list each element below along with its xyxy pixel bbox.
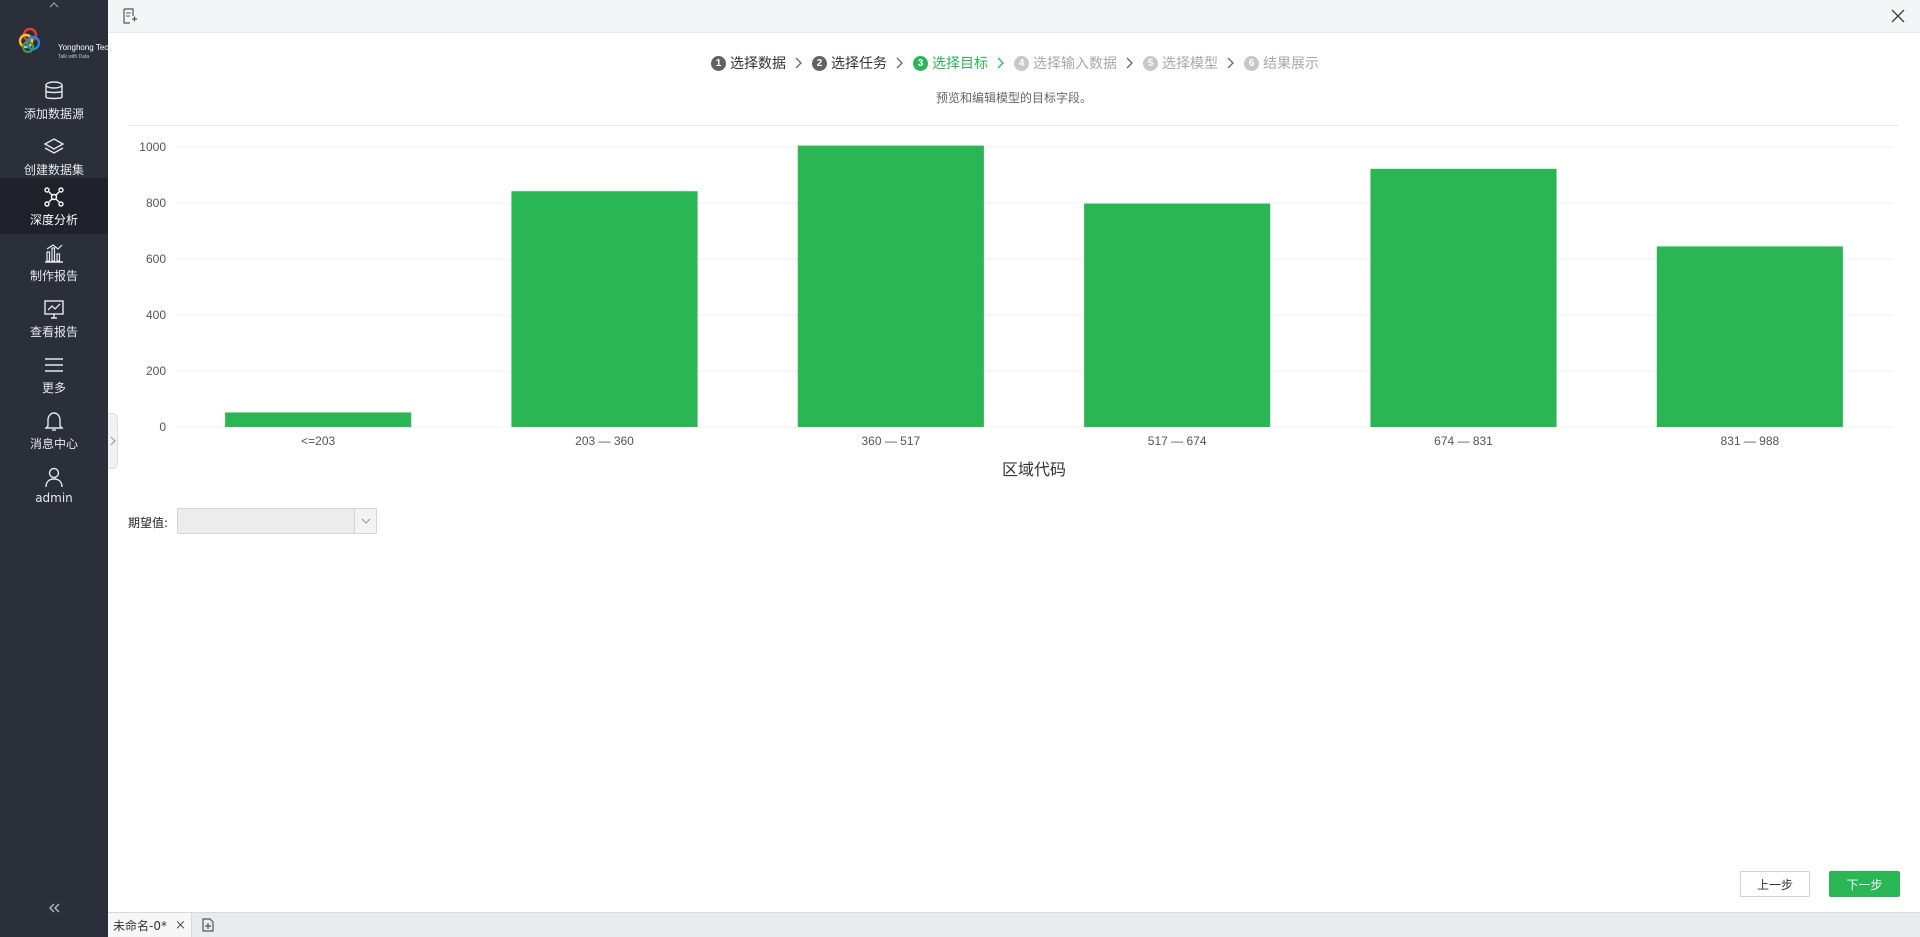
step-number: 3	[913, 55, 928, 71]
y-tick-label: 600	[146, 252, 166, 266]
document-tab-title: 未命名-0*	[113, 918, 167, 933]
x-tick-label: 831 — 988	[1720, 434, 1779, 448]
sidebar-item-create-dataset[interactable]: 创建数据集	[0, 128, 108, 184]
chevron-right-icon	[896, 57, 903, 69]
chevron-right-icon	[1126, 57, 1133, 69]
sidebar: Yonghong Tech Talk with Data 添加数据源 创建数据集…	[0, 0, 113, 937]
step-number: 6	[1244, 55, 1259, 71]
step-number: 5	[1143, 55, 1158, 71]
sidebar-item-label: admin	[35, 491, 73, 505]
step-label: 选择任务	[831, 56, 887, 72]
database-icon	[45, 81, 63, 100]
step-number: 4	[1014, 55, 1029, 71]
collapse-sidebar-icon[interactable]	[42, 898, 66, 918]
chevron-right-icon	[1227, 57, 1234, 69]
network-icon	[44, 187, 64, 207]
y-tick-label: 200	[146, 364, 166, 378]
sidebar-item-label: 查看报告	[29, 325, 78, 339]
chart-bar[interactable]	[225, 412, 412, 427]
sidebar-item-view-report[interactable]: 查看报告	[0, 290, 108, 346]
expected-value-label: 期望值:	[128, 516, 169, 530]
menu-icon	[45, 358, 63, 372]
step-label: 选择目标	[932, 56, 988, 72]
step-select-model[interactable]: 5 选择模型	[1143, 53, 1218, 73]
step-select-input-data[interactable]: 4 选择输入数据	[1014, 53, 1117, 73]
close-tab-icon[interactable]: ×	[175, 918, 186, 933]
layers-icon	[43, 138, 65, 154]
bar-chart-icon	[45, 244, 63, 263]
sidebar-item-label: 创建数据集	[23, 163, 84, 177]
document-tab-bar: 未命名-0* ×	[108, 912, 1920, 937]
sidebar-item-user[interactable]: admin	[0, 458, 108, 514]
sidebar-item-label: 深度分析	[29, 213, 78, 227]
divider	[128, 125, 1898, 126]
step-select-data[interactable]: 1 选择数据	[711, 53, 786, 73]
step-results[interactable]: 6 结果展示	[1244, 53, 1319, 73]
scroll-up-icon[interactable]	[0, 0, 108, 12]
close-icon[interactable]	[1890, 8, 1906, 28]
sidebar-item-label: 添加数据源	[23, 107, 84, 121]
y-tick-label: 1000	[139, 140, 166, 154]
step-label: 选择数据	[730, 56, 786, 72]
x-tick-label: 517 — 674	[1148, 434, 1207, 448]
panel-collapse-handle[interactable]	[108, 413, 118, 469]
sidebar-item-make-report[interactable]: 制作报告	[0, 234, 108, 290]
wizard-stepper: 1 选择数据 2 选择任务 3 选择目标 4 选择输入数据 5 选择模型 6 结…	[711, 54, 1319, 72]
x-tick-label: <=203	[301, 434, 335, 448]
top-bar	[108, 0, 1920, 33]
prev-step-button[interactable]: 上一步	[1740, 871, 1810, 897]
sidebar-item-deep-analysis[interactable]: 深度分析	[0, 178, 108, 234]
sidebar-item-messages[interactable]: 消息中心	[0, 402, 108, 458]
document-edit-icon[interactable]	[122, 8, 138, 29]
document-tab[interactable]: 未命名-0* ×	[108, 913, 192, 937]
sidebar-item-label: 更多	[41, 381, 66, 395]
monitor-chart-icon	[44, 300, 64, 319]
chevron-right-icon	[997, 57, 1004, 69]
logo: Yonghong Tech Talk with Data	[18, 24, 113, 62]
x-tick-label: 360 — 517	[861, 434, 920, 448]
y-tick-label: 0	[159, 420, 166, 434]
bell-icon	[44, 412, 64, 431]
target-distribution-chart: 0 200 400 600 800 1000 <=203 203 — 360 360 — 517…	[139, 140, 1893, 479]
y-tick-label: 800	[146, 196, 166, 210]
sidebar-item-label: 制作报告	[29, 269, 78, 283]
chart-bar[interactable]	[511, 191, 698, 427]
chevron-right-icon	[795, 57, 802, 69]
new-document-icon[interactable]	[200, 917, 216, 937]
step-number: 1	[711, 55, 726, 71]
sidebar-item-add-datasource[interactable]: 添加数据源	[0, 72, 108, 128]
sidebar-item-more[interactable]: 更多	[0, 346, 108, 402]
logo-slogan: Talk with Data	[58, 54, 90, 60]
expected-value-select[interactable]	[177, 508, 377, 534]
step-description: 预览和编辑模型的目标字段。	[935, 91, 1092, 105]
step-label: 结果展示	[1263, 56, 1319, 72]
chevron-down-icon[interactable]	[354, 509, 376, 533]
x-tick-label: 203 — 360	[575, 434, 634, 448]
x-axis-title: 区域代码	[1002, 460, 1066, 479]
chart-bar[interactable]	[1370, 168, 1557, 427]
x-tick-label: 674 — 831	[1434, 434, 1493, 448]
chart-bar[interactable]	[1084, 203, 1271, 427]
step-select-task[interactable]: 2 选择任务	[812, 53, 887, 73]
logo-name: Yonghong Tech	[58, 43, 113, 52]
step-label: 选择输入数据	[1033, 56, 1117, 72]
chart-bar[interactable]	[1656, 246, 1843, 427]
step-select-target[interactable]: 3 选择目标	[913, 53, 988, 73]
chart-bar[interactable]	[797, 145, 984, 427]
sidebar-item-label: 消息中心	[29, 437, 78, 451]
step-number: 2	[812, 55, 827, 71]
user-icon	[45, 467, 63, 488]
next-step-button[interactable]: 下一步	[1829, 871, 1900, 897]
step-label: 选择模型	[1162, 56, 1218, 72]
y-tick-label: 400	[146, 308, 166, 322]
